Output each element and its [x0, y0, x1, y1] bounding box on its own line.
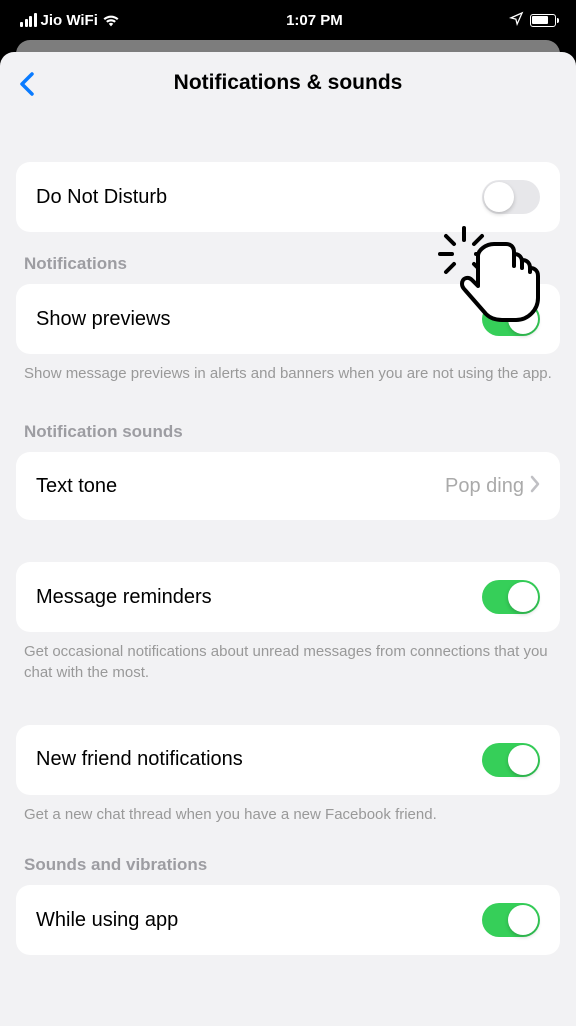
show-previews-row[interactable]: Show previews [16, 284, 560, 354]
nav-header: Notifications & sounds [0, 52, 576, 114]
text-tone-value: Pop ding [445, 475, 524, 498]
new-friend-footer: Get a new chat thread when you have a ne… [0, 795, 576, 825]
status-bar: Jio WiFi 1:07 PM [0, 0, 576, 40]
carrier-label: Jio WiFi [41, 12, 98, 29]
new-friend-label: New friend notifications [36, 748, 243, 771]
section-header-notifications: Notifications [0, 232, 576, 284]
page-title: Notifications & sounds [174, 71, 403, 95]
text-tone-label: Text tone [36, 475, 117, 498]
status-left: Jio WiFi [20, 12, 120, 29]
show-previews-label: Show previews [36, 308, 171, 331]
back-button[interactable] [18, 70, 36, 103]
while-using-toggle[interactable] [482, 903, 540, 937]
message-reminders-label: Message reminders [36, 586, 212, 609]
message-reminders-footer: Get occasional notifications about unrea… [0, 632, 576, 683]
message-reminders-row[interactable]: Message reminders [16, 562, 560, 632]
section-header-sounds-vibrations: Sounds and vibrations [0, 825, 576, 885]
cellular-signal-icon [20, 13, 37, 27]
text-tone-row[interactable]: Text tone Pop ding [16, 452, 560, 520]
chevron-right-icon [530, 475, 540, 498]
content: Do Not Disturb Notifications Show previe… [0, 162, 576, 955]
section-header-notification-sounds: Notification sounds [0, 384, 576, 452]
do-not-disturb-row[interactable]: Do Not Disturb [16, 162, 560, 232]
battery-icon [530, 14, 556, 27]
wifi-icon [102, 13, 120, 27]
status-right [509, 11, 556, 30]
while-using-row[interactable]: While using app [16, 885, 560, 955]
location-icon [509, 11, 524, 30]
status-time: 1:07 PM [286, 12, 343, 29]
show-previews-toggle[interactable] [482, 302, 540, 336]
show-previews-footer: Show message previews in alerts and bann… [0, 354, 576, 384]
while-using-label: While using app [36, 909, 178, 932]
message-reminders-toggle[interactable] [482, 580, 540, 614]
dnd-toggle[interactable] [482, 180, 540, 214]
new-friend-toggle[interactable] [482, 743, 540, 777]
new-friend-row[interactable]: New friend notifications [16, 725, 560, 795]
dnd-label: Do Not Disturb [36, 186, 167, 209]
settings-sheet: Notifications & sounds Do Not Disturb No… [0, 52, 576, 1026]
